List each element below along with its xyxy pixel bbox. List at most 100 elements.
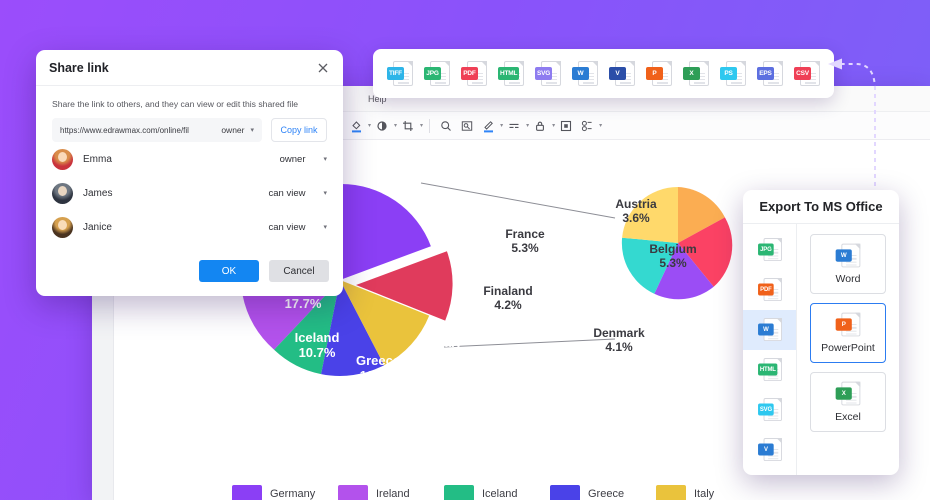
legend-item-ireland[interactable]: Ireland <box>338 485 444 500</box>
export-card-word[interactable]: W Word <box>810 234 886 294</box>
file-icon-w[interactable]: W <box>835 243 861 269</box>
file-type-badge: PDF <box>461 66 478 80</box>
avatar-face <box>58 185 67 196</box>
file-type-badge: CSV <box>794 66 811 80</box>
export-sidebar-item-v[interactable]: V <box>743 430 796 470</box>
legend-label: Italy <box>694 487 715 500</box>
file-icon-w[interactable]: W <box>757 318 782 342</box>
export-to-ms-office-panel: Export To MS Office JPG PDF W HTML SVG V W Wor… <box>743 190 899 475</box>
file-type-badge: W <box>572 66 589 80</box>
file-icon-v[interactable]: V <box>757 438 782 462</box>
export-sidebar-item-svg[interactable]: SVG <box>743 390 796 430</box>
chevron-down-icon[interactable]: ▾ <box>250 126 254 134</box>
file-icon-svg[interactable]: SVG <box>757 398 782 422</box>
close-icon[interactable] <box>316 61 330 75</box>
shape-style-icon[interactable] <box>372 115 392 137</box>
file-icon-csv[interactable]: CSV <box>794 60 820 87</box>
export-card-powerpoint[interactable]: P PowerPoint <box>810 303 886 363</box>
file-icon-html[interactable]: HTML <box>498 60 524 87</box>
export-sidebar-item-w[interactable]: W <box>743 310 796 350</box>
file-type-badge: W <box>835 249 852 262</box>
lock-icon[interactable] <box>530 115 550 137</box>
legend-item-iceland[interactable]: Iceland <box>444 485 550 500</box>
file-icon-v[interactable]: V <box>609 60 635 87</box>
theme-icon[interactable] <box>577 115 597 137</box>
legend-item-germany[interactable]: Germany <box>232 485 338 500</box>
chevron-down-icon[interactable]: ▾ <box>323 155 327 163</box>
chevron-down-icon[interactable]: ▾ <box>368 122 371 129</box>
cancel-button[interactable]: Cancel <box>269 260 329 282</box>
share-person-permission[interactable]: can view <box>269 188 306 199</box>
share-person-permission[interactable]: owner <box>280 154 306 165</box>
avatar <box>52 216 73 238</box>
legend-item-greece[interactable]: Greece <box>550 485 656 500</box>
toolbar-divider <box>429 118 431 133</box>
chevron-down-icon[interactable]: ▾ <box>323 223 327 231</box>
file-icon-html[interactable]: HTML <box>757 358 782 382</box>
file-type-badge: JPG <box>424 66 441 80</box>
export-sidebar-item-pdf[interactable]: PDF <box>743 270 796 310</box>
export-format-bar: TIFF JPG PDF HTML SVG W V P X PS EPS CSV <box>373 49 834 98</box>
chevron-down-icon[interactable]: ▾ <box>526 122 529 129</box>
fill-color-icon[interactable] <box>346 115 366 137</box>
legend-swatch <box>232 485 262 500</box>
export-sidebar-item-html[interactable]: HTML <box>743 350 796 390</box>
file-icon-jpg[interactable]: JPG <box>424 60 450 87</box>
file-icon-svg[interactable]: SVG <box>535 60 561 87</box>
file-type-badge: X <box>683 66 700 80</box>
find-replace-icon[interactable] <box>457 115 477 137</box>
file-type-badge: TIFF <box>387 66 404 80</box>
screenshot-stage: Help ▾ ▾ ▾ ▾ ▾ ▾ ▾ Other 21% Italy 10.2%… <box>0 0 930 500</box>
chevron-down-icon[interactable]: ▾ <box>500 122 503 129</box>
file-type-badge: EPS <box>757 66 774 80</box>
zoom-icon[interactable] <box>436 115 456 137</box>
file-type-badge: P <box>835 318 852 331</box>
copy-link-button[interactable]: Copy link <box>271 118 327 142</box>
file-icon-jpg[interactable]: JPG <box>757 238 782 262</box>
avatar-face <box>58 219 67 230</box>
file-icon-eps[interactable]: EPS <box>757 60 783 87</box>
file-icon-p[interactable]: P <box>835 312 861 338</box>
file-icon-pdf[interactable]: PDF <box>757 278 782 302</box>
export-format-sidebar: JPG PDF W HTML SVG V <box>743 224 797 475</box>
export-card-label: Excel <box>835 411 861 423</box>
pen-color-icon[interactable] <box>478 115 498 137</box>
share-person-name: Emma <box>83 153 112 165</box>
avatar <box>52 182 73 204</box>
chevron-down-icon[interactable]: ▾ <box>420 122 423 129</box>
file-icon-p[interactable]: P <box>646 60 672 87</box>
chevron-down-icon[interactable]: ▾ <box>394 122 397 129</box>
share-link-permission[interactable]: owner <box>221 125 244 135</box>
file-type-badge: PS <box>720 66 737 80</box>
file-icon-x[interactable]: X <box>683 60 709 87</box>
chevron-down-icon[interactable]: ▾ <box>323 189 327 197</box>
file-icon-w[interactable]: W <box>572 60 598 87</box>
share-person-permission[interactable]: can view <box>269 222 306 233</box>
sub-pie <box>621 186 733 300</box>
file-type-badge: PDF <box>757 283 774 296</box>
file-type-badge: SVG <box>757 403 774 416</box>
file-icon-ps[interactable]: PS <box>720 60 746 87</box>
file-type-badge: P <box>646 66 663 80</box>
export-card-excel[interactable]: X Excel <box>810 372 886 432</box>
share-link-input[interactable]: https://www.edrawmax.com/online/fil owne… <box>52 118 262 142</box>
ok-button[interactable]: OK <box>199 260 259 282</box>
file-type-badge: X <box>835 387 852 400</box>
legend-swatch <box>550 485 580 500</box>
chevron-down-icon[interactable]: ▾ <box>599 122 602 129</box>
file-icon-x[interactable]: X <box>835 381 861 407</box>
center-icon[interactable] <box>556 115 576 137</box>
export-sidebar-item-jpg[interactable]: JPG <box>743 230 796 270</box>
share-dialog-subtitle: Share the link to others, and they can v… <box>52 99 299 109</box>
line-style-icon[interactable] <box>504 115 524 137</box>
legend-label: Germany <box>270 487 316 500</box>
avatar-face <box>58 151 67 162</box>
file-icon-tiff[interactable]: TIFF <box>387 60 413 87</box>
crop-icon[interactable] <box>398 115 418 137</box>
legend-item-italy[interactable]: Italy <box>656 485 762 500</box>
share-link-row: https://www.edrawmax.com/online/fil owne… <box>36 118 343 142</box>
chevron-down-icon[interactable]: ▾ <box>552 122 555 129</box>
export-card-label: Word <box>835 273 861 285</box>
export-panel-body: JPG PDF W HTML SVG V W Word P PowerPoint X Excel <box>743 224 899 475</box>
file-icon-pdf[interactable]: PDF <box>461 60 487 87</box>
